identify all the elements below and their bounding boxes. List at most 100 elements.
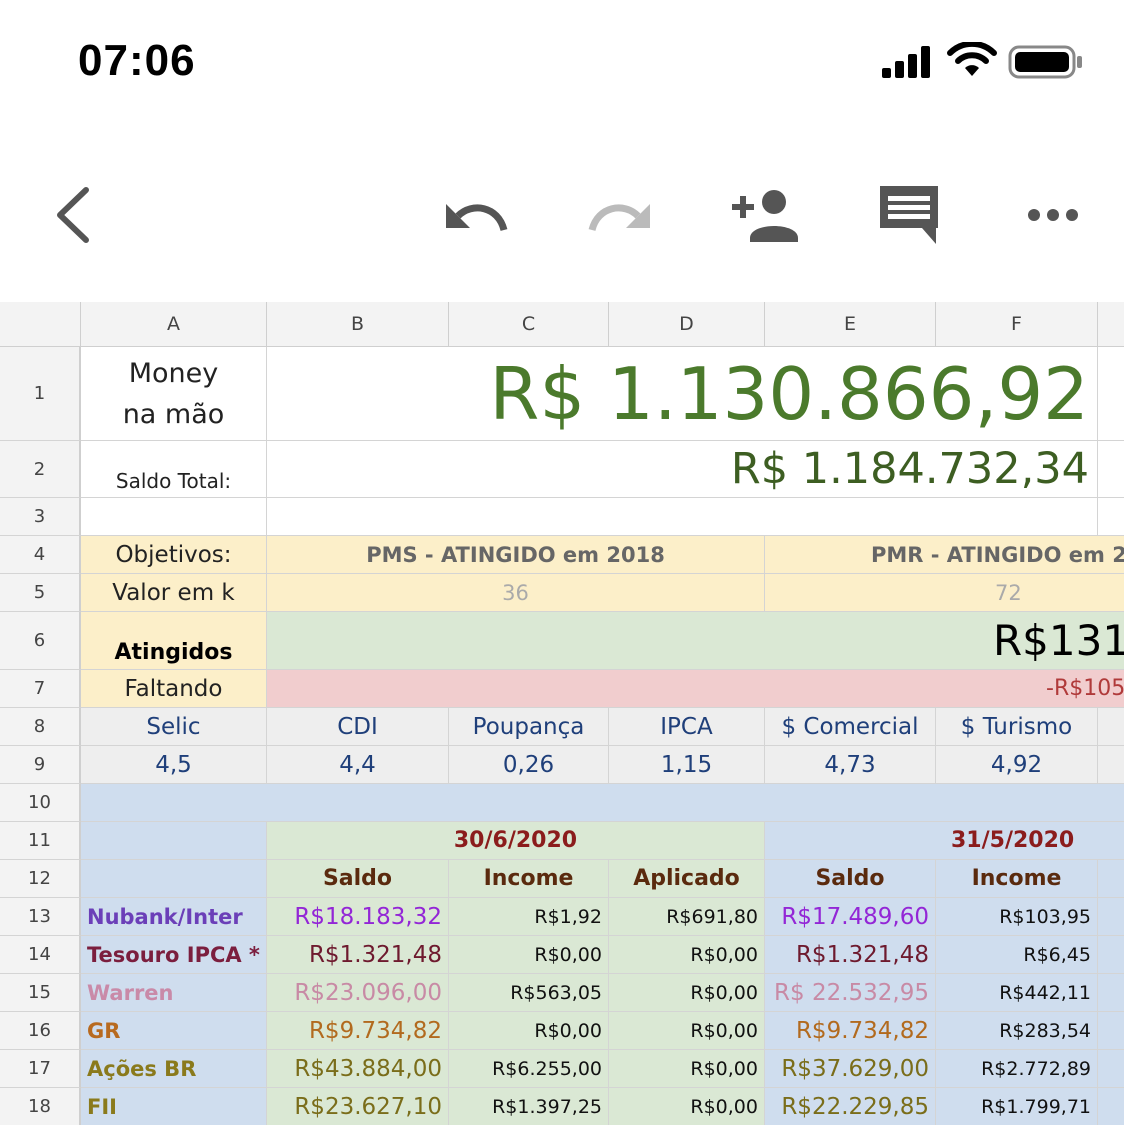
cell-g1[interactable] bbox=[1098, 347, 1124, 441]
rate-value-comercial[interactable]: 4,73 bbox=[765, 746, 936, 784]
valor-label-cell[interactable]: Valor em k bbox=[81, 574, 267, 612]
row-header-4[interactable]: 4 bbox=[0, 536, 81, 574]
cell-g3[interactable] bbox=[1098, 498, 1124, 536]
pms-valor-cell[interactable]: 36 bbox=[267, 574, 765, 612]
account-income-1[interactable]: R$1.397,25 bbox=[449, 1088, 609, 1125]
cell-g12[interactable] bbox=[1098, 860, 1124, 898]
subheader-aplicado-1[interactable]: Aplicado bbox=[609, 860, 765, 898]
rate-header-selic[interactable]: Selic bbox=[81, 708, 267, 746]
cell-a3[interactable] bbox=[81, 498, 267, 536]
account-income-1[interactable]: R$563,05 bbox=[449, 974, 609, 1012]
more-icon[interactable] bbox=[1018, 182, 1088, 248]
row-header-17[interactable]: 17 bbox=[0, 1050, 81, 1088]
rate-value-cdi[interactable]: 4,4 bbox=[267, 746, 449, 784]
account-income-2[interactable]: R$442,11 bbox=[936, 974, 1098, 1012]
account-saldo-1[interactable]: R$1.321,48 bbox=[267, 936, 449, 974]
cell-g18[interactable] bbox=[1098, 1088, 1124, 1125]
back-icon[interactable] bbox=[40, 182, 110, 248]
row-header-18[interactable]: 18 bbox=[0, 1088, 81, 1125]
pmr-goal-cell[interactable]: PMR - ATINGIDO em 20 bbox=[765, 536, 1124, 574]
account-income-1[interactable]: R$0,00 bbox=[449, 1012, 609, 1050]
atingidos-label-cell[interactable]: Atingidos bbox=[81, 612, 267, 670]
objetivos-label-cell[interactable]: Objetivos: bbox=[81, 536, 267, 574]
subheader-saldo-1[interactable]: Saldo bbox=[267, 860, 449, 898]
rate-value-ipca[interactable]: 1,15 bbox=[609, 746, 765, 784]
account-income-1[interactable]: R$6.255,00 bbox=[449, 1050, 609, 1088]
period-2-date-cell[interactable]: 31/5/2020 bbox=[765, 822, 1124, 860]
rate-value-turismo[interactable]: 4,92 bbox=[936, 746, 1098, 784]
row-header-13[interactable]: 13 bbox=[0, 898, 81, 936]
account-aplicado-1[interactable]: R$0,00 bbox=[609, 1012, 765, 1050]
cell-a12[interactable] bbox=[81, 860, 267, 898]
pmr-valor-cell[interactable]: 72 bbox=[765, 574, 1124, 612]
row-header-12[interactable]: 12 bbox=[0, 860, 81, 898]
spreadsheet-grid[interactable]: A B C D E F 1 2 3 4 5 6 7 8 9 10 11 12 1… bbox=[0, 302, 1124, 1125]
account-saldo-2[interactable]: R$1.321,48 bbox=[765, 936, 936, 974]
rate-header-poupanca[interactable]: Poupança bbox=[449, 708, 609, 746]
account-name-warren[interactable]: Warren bbox=[81, 974, 267, 1012]
cell-b3[interactable] bbox=[267, 498, 1098, 536]
rate-header-ipca[interactable]: IPCA bbox=[609, 708, 765, 746]
account-saldo-2[interactable]: R$37.629,00 bbox=[765, 1050, 936, 1088]
cell-g2[interactable] bbox=[1098, 441, 1124, 498]
column-header-d[interactable]: D bbox=[609, 302, 765, 347]
account-saldo-2[interactable]: R$9.734,82 bbox=[765, 1012, 936, 1050]
account-income-2[interactable]: R$2.772,89 bbox=[936, 1050, 1098, 1088]
period-1-date[interactable]: 30/6/2020 bbox=[267, 822, 765, 860]
row-header-7[interactable]: 7 bbox=[0, 670, 81, 708]
account-name-nubank[interactable]: Nubank/Inter bbox=[81, 898, 267, 936]
cell-a1[interactable]: Money na mão bbox=[81, 347, 267, 441]
column-header-a[interactable]: A bbox=[81, 302, 267, 347]
account-saldo-1[interactable]: R$18.183,32 bbox=[267, 898, 449, 936]
add-person-icon[interactable] bbox=[730, 182, 800, 248]
account-aplicado-1[interactable]: R$0,00 bbox=[609, 974, 765, 1012]
account-income-1[interactable]: R$0,00 bbox=[449, 936, 609, 974]
account-income-2[interactable]: R$6,45 bbox=[936, 936, 1098, 974]
account-name-gr[interactable]: GR bbox=[81, 1012, 267, 1050]
cell-g8[interactable] bbox=[1098, 708, 1124, 746]
account-aplicado-1[interactable]: R$691,80 bbox=[609, 898, 765, 936]
account-saldo-1[interactable]: R$23.096,00 bbox=[267, 974, 449, 1012]
cell-g15[interactable] bbox=[1098, 974, 1124, 1012]
money-value-cell[interactable]: R$ 1.130.866,92 bbox=[267, 347, 1098, 441]
pms-goal-cell[interactable]: PMS - ATINGIDO em 2018 bbox=[267, 536, 765, 574]
redo-icon[interactable] bbox=[584, 182, 654, 248]
undo-icon[interactable] bbox=[442, 182, 512, 248]
account-saldo-2[interactable]: R$ 22.532,95 bbox=[765, 974, 936, 1012]
row-header-1[interactable]: 1 bbox=[0, 347, 81, 441]
account-name-fii[interactable]: FII bbox=[81, 1088, 267, 1125]
column-header-f[interactable]: F bbox=[936, 302, 1098, 347]
row-header-3[interactable]: 3 bbox=[0, 498, 81, 536]
row-header-6[interactable]: 6 bbox=[0, 612, 81, 670]
cell-a11[interactable] bbox=[81, 822, 267, 860]
row-header-16[interactable]: 16 bbox=[0, 1012, 81, 1050]
comment-icon[interactable] bbox=[874, 182, 944, 248]
subheader-income-1[interactable]: Income bbox=[449, 860, 609, 898]
account-income-2[interactable]: R$1.799,71 bbox=[936, 1088, 1098, 1125]
faltando-value-cell[interactable]: -R$105 bbox=[267, 670, 1124, 708]
account-saldo-1[interactable]: R$23.627,10 bbox=[267, 1088, 449, 1125]
column-header-b[interactable]: B bbox=[267, 302, 449, 347]
column-header-g[interactable] bbox=[1098, 302, 1124, 347]
account-aplicado-1[interactable]: R$0,00 bbox=[609, 1050, 765, 1088]
rate-value-selic[interactable]: 4,5 bbox=[81, 746, 267, 784]
account-saldo-1[interactable]: R$43.884,00 bbox=[267, 1050, 449, 1088]
row-header-14[interactable]: 14 bbox=[0, 936, 81, 974]
column-header-e[interactable]: E bbox=[765, 302, 936, 347]
cell-g17[interactable] bbox=[1098, 1050, 1124, 1088]
saldo-value-cell[interactable]: R$ 1.184.732,34 bbox=[267, 441, 1098, 498]
saldo-label-cell[interactable]: Saldo Total: bbox=[81, 441, 267, 498]
cell-g16[interactable] bbox=[1098, 1012, 1124, 1050]
rate-header-comercial[interactable]: $ Comercial bbox=[765, 708, 936, 746]
subheader-saldo-2[interactable]: Saldo bbox=[765, 860, 936, 898]
row-header-8[interactable]: 8 bbox=[0, 708, 81, 746]
account-name-acoes[interactable]: Ações BR bbox=[81, 1050, 267, 1088]
account-aplicado-1[interactable]: R$0,00 bbox=[609, 1088, 765, 1125]
account-saldo-2[interactable]: R$22.229,85 bbox=[765, 1088, 936, 1125]
account-income-2[interactable]: R$103,95 bbox=[936, 898, 1098, 936]
column-header-c[interactable]: C bbox=[449, 302, 609, 347]
account-income-1[interactable]: R$1,92 bbox=[449, 898, 609, 936]
account-income-2[interactable]: R$283,54 bbox=[936, 1012, 1098, 1050]
account-saldo-2[interactable]: R$17.489,60 bbox=[765, 898, 936, 936]
rate-header-turismo[interactable]: $ Turismo bbox=[936, 708, 1098, 746]
